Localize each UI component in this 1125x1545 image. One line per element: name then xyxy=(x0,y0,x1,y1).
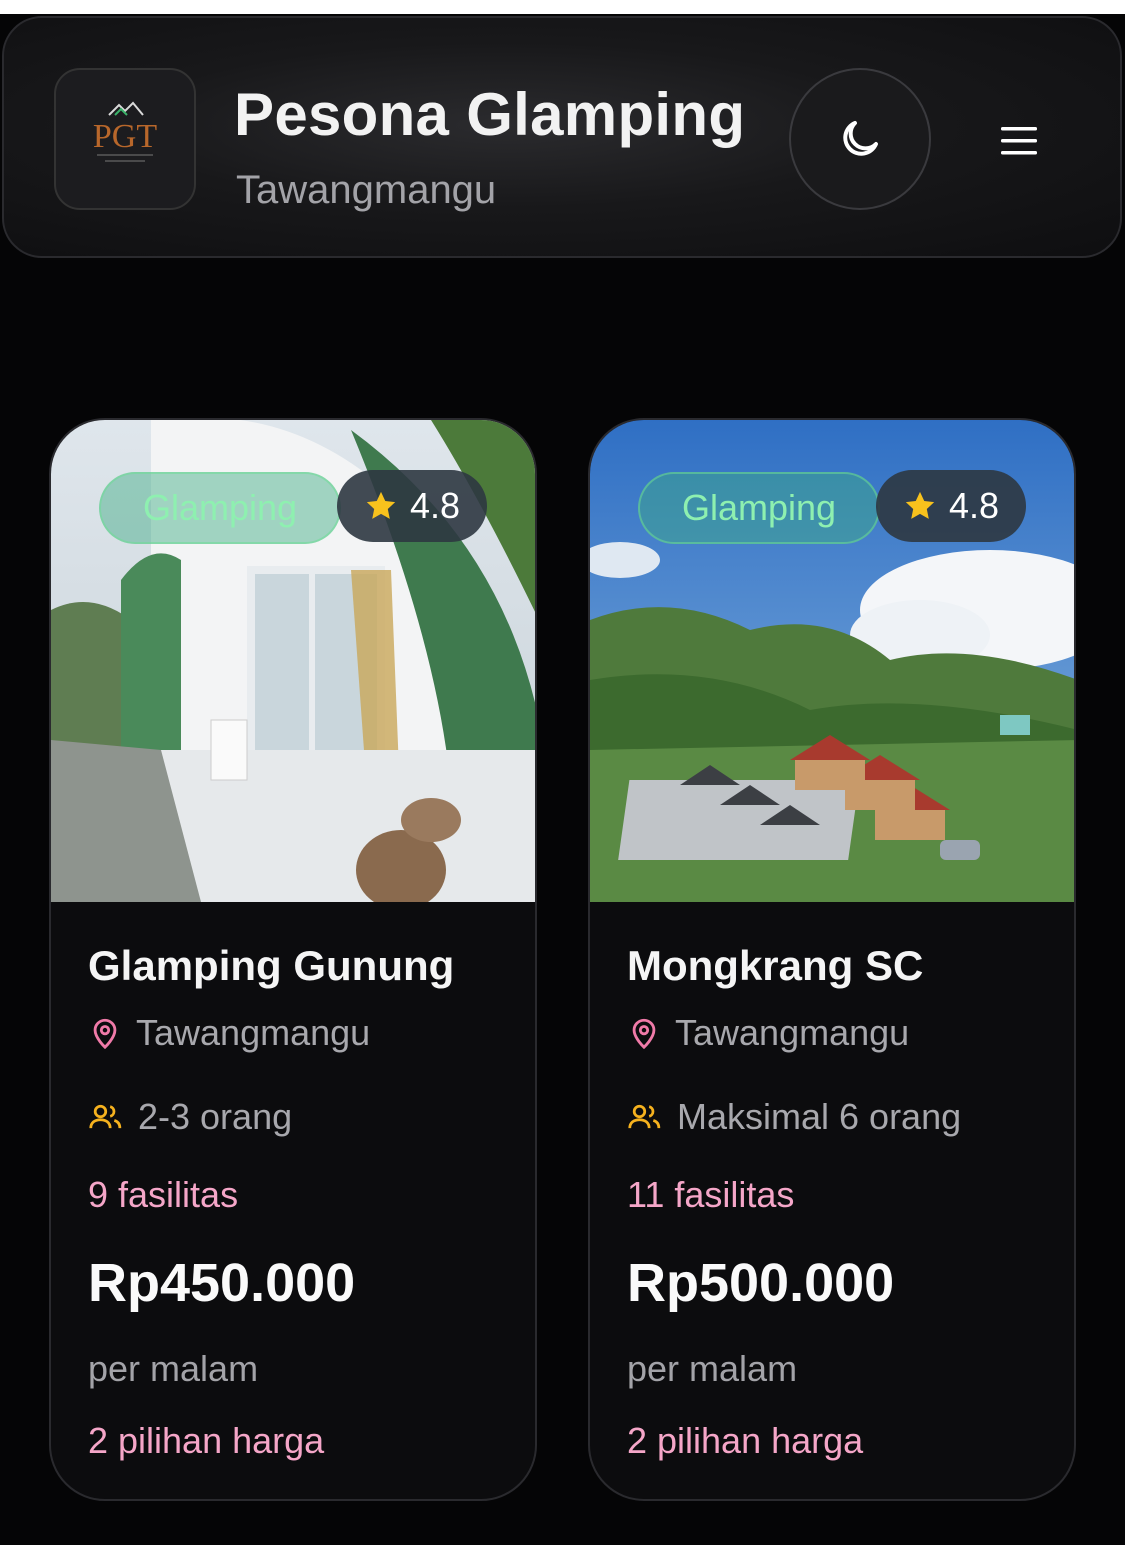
menu-button[interactable] xyxy=(979,113,1059,169)
people-icon xyxy=(628,1104,661,1129)
listing-name: Glamping Gunung xyxy=(88,942,455,989)
category-badge: Glamping xyxy=(99,472,341,544)
theme-toggle-button[interactable] xyxy=(789,68,931,210)
rating-value: 4.8 xyxy=(409,485,461,526)
brand-title: Pesona Glamping xyxy=(234,81,746,148)
star-icon xyxy=(905,491,935,519)
people-icon xyxy=(89,1104,122,1129)
listing-card-mongkrang-sc[interactable]: Glamping 4.8 Mongkrang SC Tawangmangu Ma… xyxy=(588,418,1076,1501)
price-unit: per malam xyxy=(627,1348,798,1389)
price-unit: per malam xyxy=(88,1348,259,1389)
hamburger-menu-icon xyxy=(1001,127,1037,155)
price-options-link[interactable]: 2 pilihan harga xyxy=(88,1420,324,1462)
location-text: Tawangmangu xyxy=(136,1012,371,1053)
location-pin-icon xyxy=(632,1018,656,1050)
facilities-count: 9 fasilitas xyxy=(88,1174,239,1215)
listing-photo: Glamping 4.8 xyxy=(590,420,1074,902)
listing-name: Mongkrang SC xyxy=(627,942,924,989)
brand-subtitle: Tawangmangu xyxy=(236,168,497,212)
logo-text: PGT xyxy=(93,118,157,155)
capacity-text: 2-3 orang xyxy=(138,1096,293,1137)
price-options-link[interactable]: 2 pilihan harga xyxy=(627,1420,863,1462)
facilities-count: 11 fasilitas xyxy=(627,1174,795,1215)
listing-price: Rp500.000 xyxy=(627,1253,895,1313)
category-badge: Glamping xyxy=(638,472,880,544)
star-icon xyxy=(366,491,396,519)
rating-badge: 4.8 xyxy=(876,470,1026,542)
top-strip xyxy=(0,0,1125,14)
location-pin-icon xyxy=(93,1018,117,1050)
listing-location: Tawangmangu xyxy=(88,1012,370,1054)
listing-photo: Glamping 4.8 xyxy=(51,420,535,902)
listing-capacity: 2-3 orang xyxy=(88,1096,292,1138)
moon-icon xyxy=(843,121,878,156)
listing-price: Rp450.000 xyxy=(88,1253,356,1313)
listing-card-glamping-gunung[interactable]: Glamping 4.8 Glamping Gunung Tawangmangu… xyxy=(49,418,537,1501)
capacity-text: Maksimal 6 orang xyxy=(677,1096,962,1137)
location-text: Tawangmangu xyxy=(675,1012,910,1053)
listing-capacity: Maksimal 6 orang xyxy=(627,1096,961,1138)
brand-logo[interactable]: PGT xyxy=(54,68,196,210)
listing-location: Tawangmangu xyxy=(627,1012,909,1054)
logo-mark-icon: PGT xyxy=(93,101,157,162)
app-header: PGT Pesona Glamping Tawangmangu xyxy=(2,16,1122,258)
rating-badge: 4.8 xyxy=(337,470,487,542)
rating-value: 4.8 xyxy=(948,485,1000,526)
